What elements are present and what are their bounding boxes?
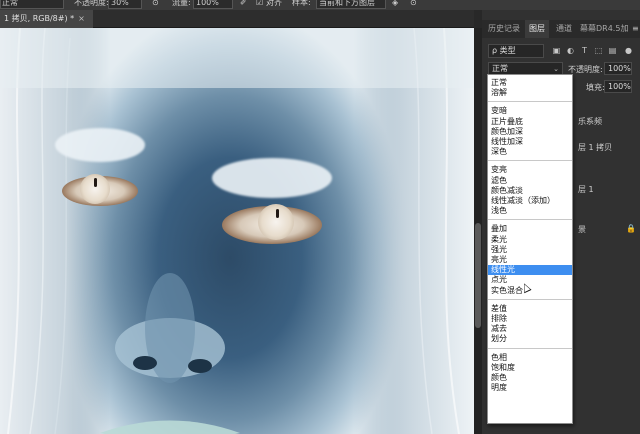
blend-mode-item[interactable]: 排除 bbox=[488, 314, 572, 324]
blend-mode-item[interactable]: 颜色减淡 bbox=[488, 186, 572, 196]
blend-mode-item[interactable]: 线性减淡（添加） bbox=[488, 196, 572, 206]
blend-mode-item[interactable]: 深色 bbox=[488, 147, 572, 157]
sample-label: 样本: bbox=[292, 0, 311, 7]
blend-mode-item[interactable]: 差值 bbox=[488, 304, 572, 314]
tab-channels[interactable]: 通道 bbox=[556, 20, 572, 38]
blend-mode-item[interactable]: 叠加 bbox=[488, 224, 572, 234]
forehead-top bbox=[0, 28, 474, 88]
blend-mode-item[interactable]: 浅色 bbox=[488, 206, 572, 216]
blend-mode-item[interactable]: 色相 bbox=[488, 353, 572, 363]
ignore-adjustment-icon[interactable]: ◈ bbox=[392, 0, 398, 9]
pressure-opacity-icon[interactable]: ⊙ bbox=[152, 0, 159, 9]
layer-opacity-label: 不透明度: bbox=[568, 65, 603, 74]
blend-mode-item[interactable]: 亮光 bbox=[488, 255, 572, 265]
blend-mode-item[interactable]: 变亮 bbox=[488, 165, 572, 175]
blend-mode-item[interactable]: 颜色 bbox=[488, 373, 572, 383]
canvas-scrollbar-thumb[interactable] bbox=[475, 223, 481, 328]
blend-mode-item[interactable]: 点光 bbox=[488, 275, 572, 285]
filter-toggle-icon[interactable]: ● bbox=[624, 46, 633, 55]
close-icon[interactable]: × bbox=[78, 14, 85, 23]
hair-right bbox=[354, 28, 474, 434]
menu-separator bbox=[488, 101, 572, 103]
flow-label: 流量: bbox=[172, 0, 191, 7]
layer-name-copy[interactable]: 层 1 拷贝 bbox=[578, 142, 612, 153]
blend-mode-item[interactable]: 正常 bbox=[488, 78, 572, 88]
sample-value: 当前和下方图层 bbox=[319, 0, 375, 7]
blend-mode-item[interactable]: 明度 bbox=[488, 383, 572, 393]
align-checkbox[interactable]: ☑ bbox=[256, 0, 263, 9]
blend-mode-item[interactable]: 正片叠底 bbox=[488, 117, 572, 127]
tab-plugin[interactable]: 幕幕DR4.5加 bbox=[580, 20, 628, 38]
lock-icon: 🔒 bbox=[626, 224, 636, 233]
align-label: 对齐 bbox=[266, 0, 282, 7]
blend-mode-item[interactable]: 强光 bbox=[488, 245, 572, 255]
blend-mode-item[interactable]: 变暗 bbox=[488, 106, 572, 116]
blend-mode-item[interactable]: 颜色加深 bbox=[488, 127, 572, 137]
blend-mode-item[interactable]: 线性光 bbox=[488, 265, 572, 276]
airbrush-icon[interactable]: ✐ bbox=[240, 0, 247, 9]
blend-mode-item[interactable]: 线性加深 bbox=[488, 137, 572, 147]
pressure-size-icon[interactable]: ⊙ bbox=[410, 0, 417, 9]
tab-layers[interactable]: 图层 bbox=[525, 20, 549, 38]
eyebrow-right bbox=[212, 158, 332, 198]
nose bbox=[115, 273, 225, 383]
blend-mode-item[interactable]: 柔光 bbox=[488, 235, 572, 245]
document-tab-bar: 1 拷贝, RGB/8#) * × bbox=[0, 10, 474, 28]
hair-left bbox=[0, 28, 110, 434]
adjustment-filter-icon[interactable]: ◐ bbox=[566, 46, 575, 55]
options-bar: 正常 不透明度: 30% ⊙ 流量: 100% ✐ ☑ 对齐 样本: 当前和下方… bbox=[0, 0, 640, 10]
panel-tabs: 历史记录 图层 通道 幕幕DR4.5加 ≡ bbox=[482, 20, 640, 38]
flow-value: 100% bbox=[196, 0, 219, 7]
pupil-right bbox=[276, 209, 279, 218]
tab-history[interactable]: 历史记录 bbox=[488, 20, 520, 38]
shape-filter-icon[interactable]: ⬚ bbox=[594, 46, 603, 55]
opacity-value: 30% bbox=[111, 0, 129, 7]
canvas-scrollbar[interactable] bbox=[474, 28, 482, 434]
blend-mode-value: 正常 bbox=[492, 64, 508, 73]
blend-mode-item[interactable]: 划分 bbox=[488, 334, 572, 344]
menu-separator bbox=[488, 160, 572, 162]
canvas[interactable] bbox=[0, 28, 474, 434]
menu-separator bbox=[488, 347, 572, 349]
type-filter-icon[interactable]: T bbox=[580, 46, 589, 55]
eyebrow-left bbox=[55, 128, 145, 162]
blend-mode-item[interactable]: 滤色 bbox=[488, 176, 572, 186]
background-layer-name[interactable]: 景 bbox=[578, 224, 586, 235]
lips bbox=[100, 420, 240, 434]
layer-fragment: 乐系频 bbox=[578, 117, 602, 126]
pupil-left bbox=[94, 178, 97, 187]
panel-menu-icon[interactable]: ≡ bbox=[632, 20, 639, 38]
pixel-filter-icon[interactable]: ▣ bbox=[552, 46, 561, 55]
mode-value: 正常 bbox=[2, 0, 18, 7]
layer-opacity-field[interactable]: 100% bbox=[604, 62, 632, 75]
blend-mode-item[interactable]: 饱和度 bbox=[488, 363, 572, 373]
menu-separator bbox=[488, 219, 572, 221]
opacity-label: 不透明度: bbox=[74, 0, 109, 7]
document-tab[interactable]: 1 拷贝, RGB/8#) * × bbox=[0, 10, 93, 28]
smart-object-filter-icon[interactable]: ▤ bbox=[608, 46, 617, 55]
layer-name[interactable]: 层 1 bbox=[578, 184, 594, 195]
fill-label: 填充: bbox=[586, 83, 605, 92]
document-tab-title: 1 拷贝, RGB/8#) * bbox=[4, 14, 75, 23]
blend-mode-menu: 正常 溶解变暗 正片叠底 颜色加深 线性加深 深色变亮 滤色 颜色减淡 线性减淡（添加） 浅色叠加… bbox=[487, 74, 573, 424]
blend-mode-item[interactable]: 减去 bbox=[488, 324, 572, 334]
layer-filter-row: ρ 类型 ▣ ◐ T ⬚ ▤ ● bbox=[482, 43, 640, 59]
blend-mode-item[interactable]: 溶解 bbox=[488, 88, 572, 98]
layer-kind-filter[interactable]: ρ 类型 bbox=[488, 44, 544, 58]
fill-field[interactable]: 100% bbox=[604, 80, 632, 93]
menu-separator bbox=[488, 298, 572, 300]
